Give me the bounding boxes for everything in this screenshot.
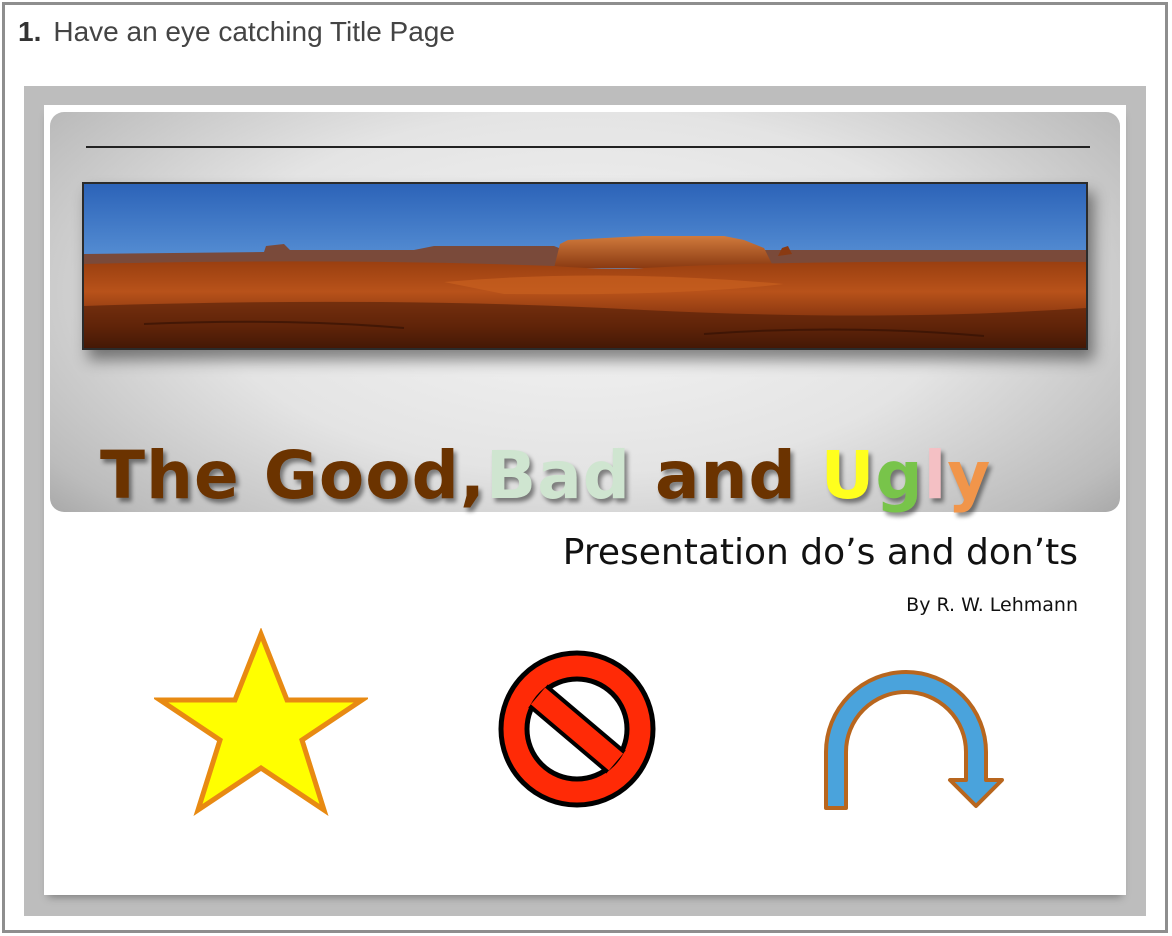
prohibition-icon: [498, 650, 656, 808]
desert-panorama-image: [82, 182, 1088, 350]
title-part-good: The Good,: [100, 437, 486, 514]
banner-divider-line: [86, 146, 1090, 148]
desert-landscape-picture: [84, 184, 1086, 348]
slide-title: The Good, Bad and Ugly: [100, 437, 1100, 523]
step-text: Have an eye catching Title Page: [53, 16, 455, 47]
title-letter-y: y: [947, 437, 992, 514]
title-part-bad: Bad: [485, 437, 632, 514]
title-letter-g: g: [875, 437, 924, 514]
slide-byline: By R. W. Lehmann: [906, 594, 1078, 616]
step-heading: 1. Have an eye catching Title Page: [18, 16, 455, 50]
star-icon: [154, 628, 368, 816]
title-part-and: and: [631, 437, 821, 514]
curved-arrow-icon: [824, 670, 1004, 810]
step-number: 1.: [18, 16, 42, 47]
title-letter-u: U: [820, 437, 876, 514]
title-letter-l: l: [923, 437, 948, 514]
slide-subtitle: Presentation do’s and don’ts: [562, 532, 1078, 573]
